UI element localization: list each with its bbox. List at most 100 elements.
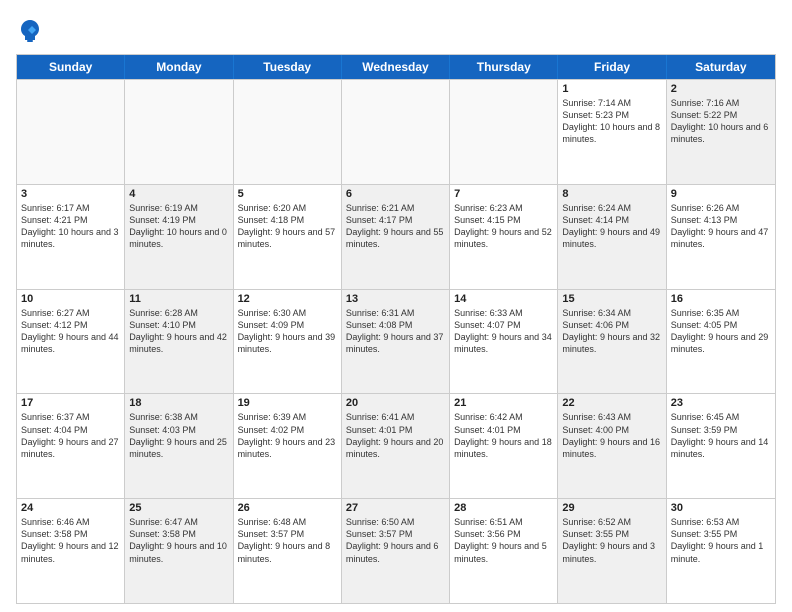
cell-info: Sunrise: 6:39 AM Sunset: 4:02 PM Dayligh… bbox=[238, 411, 337, 460]
calendar-cell bbox=[125, 80, 233, 184]
calendar-row-5: 24 Sunrise: 6:46 AM Sunset: 3:58 PM Dayli… bbox=[17, 498, 775, 603]
day-number: 21 bbox=[454, 397, 553, 409]
calendar-cell: 6 Sunrise: 6:21 AM Sunset: 4:17 PM Daylig… bbox=[342, 185, 450, 289]
calendar-cell: 4 Sunrise: 6:19 AM Sunset: 4:19 PM Daylig… bbox=[125, 185, 233, 289]
calendar-cell: 24 Sunrise: 6:46 AM Sunset: 3:58 PM Dayli… bbox=[17, 499, 125, 603]
cell-info: Sunrise: 6:24 AM Sunset: 4:14 PM Dayligh… bbox=[562, 202, 661, 251]
day-number: 9 bbox=[671, 188, 771, 200]
day-number: 3 bbox=[21, 188, 120, 200]
day-number: 6 bbox=[346, 188, 445, 200]
page: SundayMondayTuesdayWednesdayThursdayFrid… bbox=[0, 0, 792, 612]
calendar-cell: 21 Sunrise: 6:42 AM Sunset: 4:01 PM Dayli… bbox=[450, 394, 558, 498]
cell-info: Sunrise: 6:52 AM Sunset: 3:55 PM Dayligh… bbox=[562, 516, 661, 565]
cell-info: Sunrise: 6:46 AM Sunset: 3:58 PM Dayligh… bbox=[21, 516, 120, 565]
weekday-header-thursday: Thursday bbox=[450, 55, 558, 79]
day-number: 1 bbox=[562, 83, 661, 95]
cell-info: Sunrise: 6:50 AM Sunset: 3:57 PM Dayligh… bbox=[346, 516, 445, 565]
day-number: 27 bbox=[346, 502, 445, 514]
calendar-cell: 14Sunrise: 6:33 AM Sunset: 4:07 PM Dayli… bbox=[450, 290, 558, 394]
day-number: 13 bbox=[346, 293, 445, 305]
cell-info: Sunrise: 6:34 AM Sunset: 4:06 PM Dayligh… bbox=[562, 307, 661, 356]
calendar-cell bbox=[342, 80, 450, 184]
calendar-cell bbox=[17, 80, 125, 184]
cell-info: Sunrise: 6:30 AM Sunset: 4:09 PM Dayligh… bbox=[238, 307, 337, 356]
calendar-cell: 18 Sunrise: 6:38 AM Sunset: 4:03 PM Dayli… bbox=[125, 394, 233, 498]
day-number: 19 bbox=[238, 397, 337, 409]
header bbox=[16, 16, 776, 44]
day-number: 5 bbox=[238, 188, 337, 200]
calendar-cell: 8 Sunrise: 6:24 AM Sunset: 4:14 PM Daylig… bbox=[558, 185, 666, 289]
day-number: 10 bbox=[21, 293, 120, 305]
calendar-cell: 3 Sunrise: 6:17 AM Sunset: 4:21 PM Daylig… bbox=[17, 185, 125, 289]
calendar-cell: 20 Sunrise: 6:41 AM Sunset: 4:01 PM Dayli… bbox=[342, 394, 450, 498]
calendar-cell bbox=[234, 80, 342, 184]
cell-info: Sunrise: 6:45 AM Sunset: 3:59 PM Dayligh… bbox=[671, 411, 771, 460]
cell-info: Sunrise: 6:48 AM Sunset: 3:57 PM Dayligh… bbox=[238, 516, 337, 565]
cell-info: Sunrise: 6:17 AM Sunset: 4:21 PM Dayligh… bbox=[21, 202, 120, 251]
calendar: SundayMondayTuesdayWednesdayThursdayFrid… bbox=[16, 54, 776, 604]
cell-info: Sunrise: 6:51 AM Sunset: 3:56 PM Dayligh… bbox=[454, 516, 553, 565]
day-number: 20 bbox=[346, 397, 445, 409]
cell-info: Sunrise: 6:38 AM Sunset: 4:03 PM Dayligh… bbox=[129, 411, 228, 460]
weekday-header-friday: Friday bbox=[558, 55, 666, 79]
day-number: 4 bbox=[129, 188, 228, 200]
calendar-cell: 30Sunrise: 6:53 AM Sunset: 3:55 PM Dayli… bbox=[667, 499, 775, 603]
day-number: 25 bbox=[129, 502, 228, 514]
calendar-cell: 17Sunrise: 6:37 AM Sunset: 4:04 PM Dayli… bbox=[17, 394, 125, 498]
calendar-body: 1 Sunrise: 7:14 AM Sunset: 5:23 PM Daylig… bbox=[17, 79, 775, 603]
day-number: 11 bbox=[129, 293, 228, 305]
calendar-cell: 7 Sunrise: 6:23 AM Sunset: 4:15 PM Daylig… bbox=[450, 185, 558, 289]
calendar-cell: 22 Sunrise: 6:43 AM Sunset: 4:00 PM Dayli… bbox=[558, 394, 666, 498]
cell-info: Sunrise: 6:21 AM Sunset: 4:17 PM Dayligh… bbox=[346, 202, 445, 251]
cell-info: Sunrise: 6:27 AM Sunset: 4:12 PM Dayligh… bbox=[21, 307, 120, 356]
weekday-header-sunday: Sunday bbox=[17, 55, 125, 79]
calendar-header: SundayMondayTuesdayWednesdayThursdayFrid… bbox=[17, 55, 775, 79]
day-number: 2 bbox=[671, 83, 771, 95]
cell-info: Sunrise: 6:23 AM Sunset: 4:15 PM Dayligh… bbox=[454, 202, 553, 251]
cell-info: Sunrise: 6:42 AM Sunset: 4:01 PM Dayligh… bbox=[454, 411, 553, 460]
day-number: 30 bbox=[671, 502, 771, 514]
day-number: 18 bbox=[129, 397, 228, 409]
day-number: 29 bbox=[562, 502, 661, 514]
day-number: 28 bbox=[454, 502, 553, 514]
calendar-cell: 29 Sunrise: 6:52 AM Sunset: 3:55 PM Dayli… bbox=[558, 499, 666, 603]
calendar-cell: 5 Sunrise: 6:20 AM Sunset: 4:18 PM Daylig… bbox=[234, 185, 342, 289]
calendar-cell: 2 Sunrise: 7:16 AM Sunset: 5:22 PM Daylig… bbox=[667, 80, 775, 184]
calendar-cell: 19 Sunrise: 6:39 AM Sunset: 4:02 PM Dayli… bbox=[234, 394, 342, 498]
day-number: 8 bbox=[562, 188, 661, 200]
calendar-cell: 25Sunrise: 6:47 AM Sunset: 3:58 PM Dayli… bbox=[125, 499, 233, 603]
cell-info: Sunrise: 7:14 AM Sunset: 5:23 PM Dayligh… bbox=[562, 97, 661, 146]
cell-info: Sunrise: 6:33 AM Sunset: 4:07 PM Dayligh… bbox=[454, 307, 553, 356]
calendar-cell: 10 Sunrise: 6:27 AM Sunset: 4:12 PM Dayli… bbox=[17, 290, 125, 394]
calendar-cell: 9 Sunrise: 6:26 AM Sunset: 4:13 PM Daylig… bbox=[667, 185, 775, 289]
cell-info: Sunrise: 6:41 AM Sunset: 4:01 PM Dayligh… bbox=[346, 411, 445, 460]
day-number: 16 bbox=[671, 293, 771, 305]
calendar-row-2: 3 Sunrise: 6:17 AM Sunset: 4:21 PM Daylig… bbox=[17, 184, 775, 289]
cell-info: Sunrise: 6:28 AM Sunset: 4:10 PM Dayligh… bbox=[129, 307, 228, 356]
logo bbox=[16, 16, 48, 44]
calendar-row-3: 10 Sunrise: 6:27 AM Sunset: 4:12 PM Dayli… bbox=[17, 289, 775, 394]
calendar-row-1: 1 Sunrise: 7:14 AM Sunset: 5:23 PM Daylig… bbox=[17, 79, 775, 184]
cell-info: Sunrise: 6:26 AM Sunset: 4:13 PM Dayligh… bbox=[671, 202, 771, 251]
calendar-cell: 28 Sunrise: 6:51 AM Sunset: 3:56 PM Dayli… bbox=[450, 499, 558, 603]
day-number: 22 bbox=[562, 397, 661, 409]
day-number: 7 bbox=[454, 188, 553, 200]
calendar-cell: 26Sunrise: 6:48 AM Sunset: 3:57 PM Dayli… bbox=[234, 499, 342, 603]
day-number: 15 bbox=[562, 293, 661, 305]
weekday-header-wednesday: Wednesday bbox=[342, 55, 450, 79]
day-number: 12 bbox=[238, 293, 337, 305]
calendar-cell: 11 Sunrise: 6:28 AM Sunset: 4:10 PM Dayli… bbox=[125, 290, 233, 394]
cell-info: Sunrise: 6:37 AM Sunset: 4:04 PM Dayligh… bbox=[21, 411, 120, 460]
cell-info: Sunrise: 6:31 AM Sunset: 4:08 PM Dayligh… bbox=[346, 307, 445, 356]
calendar-cell: 27 Sunrise: 6:50 AM Sunset: 3:57 PM Dayli… bbox=[342, 499, 450, 603]
cell-info: Sunrise: 6:20 AM Sunset: 4:18 PM Dayligh… bbox=[238, 202, 337, 251]
day-number: 24 bbox=[21, 502, 120, 514]
day-number: 23 bbox=[671, 397, 771, 409]
calendar-cell: 23 Sunrise: 6:45 AM Sunset: 3:59 PM Dayli… bbox=[667, 394, 775, 498]
calendar-cell: 12 Sunrise: 6:30 AM Sunset: 4:09 PM Dayli… bbox=[234, 290, 342, 394]
cell-info: Sunrise: 6:43 AM Sunset: 4:00 PM Dayligh… bbox=[562, 411, 661, 460]
weekday-header-saturday: Saturday bbox=[667, 55, 775, 79]
cell-info: Sunrise: 7:16 AM Sunset: 5:22 PM Dayligh… bbox=[671, 97, 771, 146]
cell-info: Sunrise: 6:19 AM Sunset: 4:19 PM Dayligh… bbox=[129, 202, 228, 251]
logo-icon bbox=[16, 16, 44, 44]
